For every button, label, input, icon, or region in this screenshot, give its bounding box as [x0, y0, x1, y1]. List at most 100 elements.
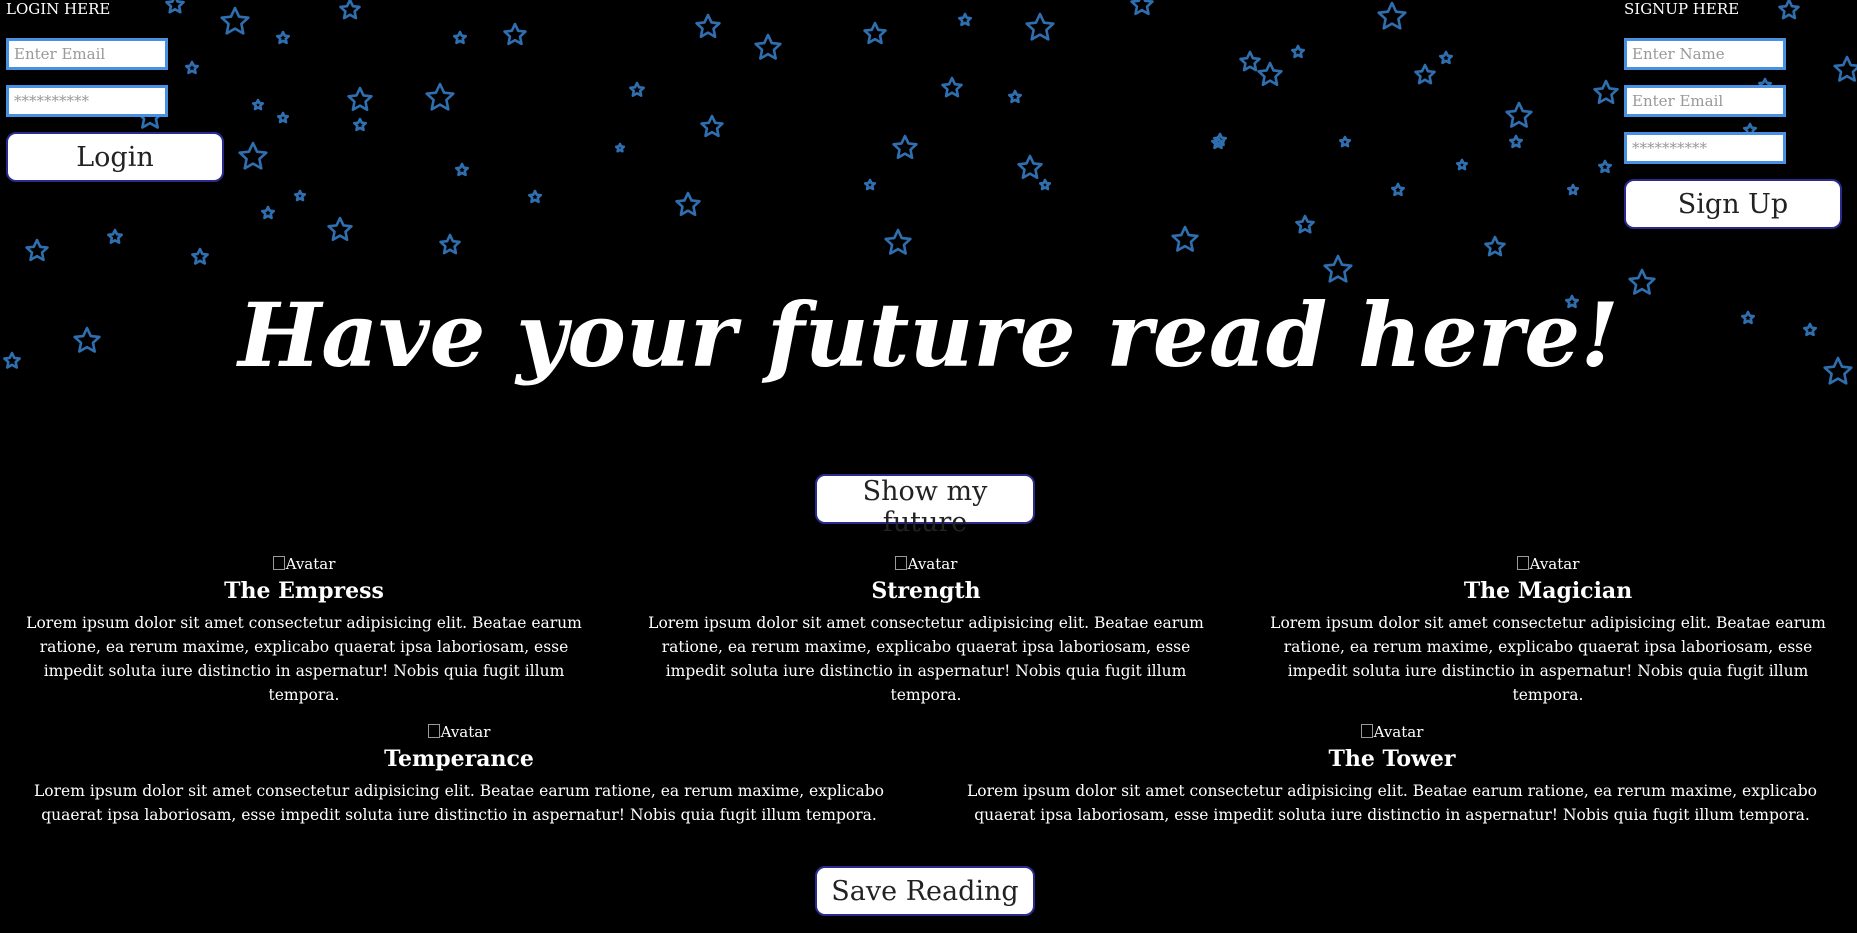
star-icon: [884, 228, 912, 255]
star-icon: [614, 142, 626, 153]
star-icon: [1025, 12, 1055, 41]
avatar-alt-text: Avatar: [1529, 555, 1580, 573]
star-icon: [1257, 61, 1283, 87]
star-icon: [293, 189, 307, 202]
card-the-tower: Avatar The Tower Lorem ipsum dolor sit a…: [955, 722, 1829, 827]
star-icon: [238, 141, 268, 170]
star-icon: [863, 21, 887, 45]
star-icon: [107, 228, 123, 244]
card-the-empress: Avatar The Empress Lorem ipsum dolor sit…: [22, 554, 586, 707]
avatar-image: Avatar: [644, 554, 1208, 574]
star-icon: [941, 76, 963, 98]
signup-email-input[interactable]: [1624, 85, 1786, 117]
login-title: LOGIN HERE: [6, 0, 111, 18]
page: LOGIN HERE Login SIGNUP HERE Sign Up Hav…: [0, 0, 1857, 933]
save-reading-button[interactable]: Save Reading: [815, 866, 1035, 916]
broken-image-icon: [1360, 724, 1373, 738]
star-icon: [191, 247, 209, 265]
star-icon: [1598, 159, 1612, 174]
star-icon: [25, 238, 49, 262]
avatar-image: Avatar: [955, 722, 1829, 742]
star-icon: [339, 0, 361, 20]
star-icon: [1505, 101, 1533, 128]
avatar-image: Avatar: [1266, 554, 1830, 574]
avatar-alt-text: Avatar: [285, 555, 336, 573]
broken-image-icon: [894, 556, 907, 570]
login-password-input[interactable]: [6, 85, 168, 117]
card-description: Lorem ipsum dolor sit amet consectetur a…: [33, 782, 884, 824]
star-icon: [455, 162, 469, 177]
star-icon: [1455, 158, 1469, 171]
signup-password-input[interactable]: [1624, 132, 1786, 164]
broken-image-icon: [272, 556, 285, 570]
star-icon: [220, 6, 250, 35]
star-icon: [1038, 178, 1052, 191]
login-button[interactable]: Login: [6, 132, 224, 182]
star-icon: [1239, 50, 1261, 72]
star-icon: [863, 178, 877, 191]
star-icon: [1017, 154, 1043, 180]
star-icon: [327, 216, 353, 242]
star-icon: [675, 191, 701, 217]
card-title: Strength: [871, 578, 981, 604]
card-title: The Magician: [1463, 578, 1633, 604]
star-icon: [1295, 214, 1315, 234]
hero-title: Have your future read here!: [238, 283, 1619, 387]
star-icon: [1338, 135, 1352, 148]
star-icon: [958, 12, 972, 27]
star-icon: [276, 111, 290, 124]
login-email-input[interactable]: [6, 38, 168, 70]
star-icon: [892, 134, 918, 160]
avatar-alt-text: Avatar: [907, 555, 958, 573]
star-icon: [425, 82, 455, 111]
star-icon: [1291, 44, 1305, 59]
avatar-image: Avatar: [22, 722, 896, 742]
star-icon: [1509, 134, 1523, 149]
show-my-future-button[interactable]: Show my future: [815, 474, 1035, 538]
star-icon: [261, 205, 275, 220]
star-icon: [528, 189, 542, 204]
star-icon: [251, 98, 265, 111]
star-icon: [695, 13, 721, 39]
card-strength: Avatar Strength Lorem ipsum dolor sit am…: [644, 554, 1208, 707]
star-icon: [1414, 63, 1436, 85]
card-description: Lorem ipsum dolor sit amet consectetur a…: [26, 614, 582, 704]
star-icon: [754, 33, 782, 60]
star-icon: [1130, 0, 1154, 16]
signup-title: SIGNUP HERE: [1624, 0, 1740, 18]
star-icon: [1484, 235, 1506, 257]
star-icon: [1566, 183, 1580, 196]
star-icon: [453, 30, 467, 45]
star-icon: [276, 30, 290, 45]
broken-image-icon: [427, 724, 440, 738]
star-icon: [1593, 79, 1619, 105]
star-icon: [1171, 225, 1199, 252]
star-icon: [439, 233, 461, 255]
star-icon: [353, 117, 367, 132]
star-icon: [503, 22, 527, 46]
signup-button[interactable]: Sign Up: [1624, 179, 1842, 229]
card-description: Lorem ipsum dolor sit amet consectetur a…: [1270, 614, 1826, 704]
crescent-moon-icon: [1090, 65, 1163, 163]
star-icon: [1377, 1, 1407, 30]
star-icon: [1391, 182, 1405, 197]
signup-panel: SIGNUP HERE Sign Up: [1624, 0, 1842, 229]
star-icon: [347, 86, 373, 112]
star-icon: [1439, 50, 1453, 65]
card-temperance: Avatar Temperance Lorem ipsum dolor sit …: [22, 722, 896, 827]
card-title: The Tower: [1328, 746, 1456, 772]
card-title: The Empress: [224, 578, 384, 604]
signup-name-input[interactable]: [1624, 38, 1786, 70]
avatar-alt-text: Avatar: [440, 723, 491, 741]
star-icon: [1008, 89, 1022, 104]
avatar-alt-text: Avatar: [1373, 723, 1424, 741]
broken-image-icon: [1516, 556, 1529, 570]
star-icon: [700, 114, 724, 138]
avatar-image: Avatar: [22, 554, 586, 574]
card-the-magician: Avatar The Magician Lorem ipsum dolor si…: [1266, 554, 1830, 707]
card-title: Temperance: [384, 746, 534, 772]
card-description: Lorem ipsum dolor sit amet consectetur a…: [648, 614, 1204, 704]
card-description: Lorem ipsum dolor sit amet consectetur a…: [966, 782, 1817, 824]
login-panel: LOGIN HERE Login: [6, 0, 224, 182]
star-icon: [629, 81, 645, 97]
